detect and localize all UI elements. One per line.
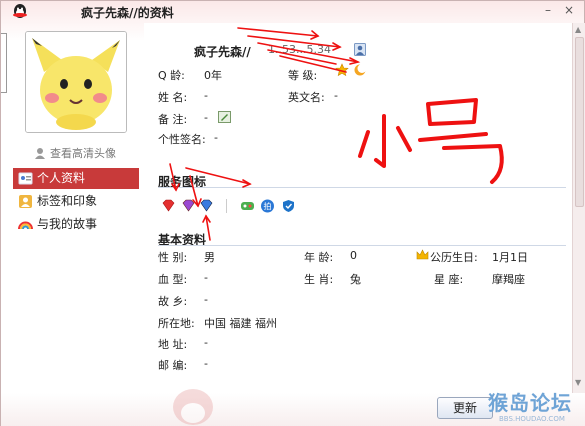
hometown-label: 故 乡: [158,295,188,308]
profile-name: 疯子先森// [194,45,251,59]
birthday-value: 1月1日 [492,251,528,264]
nav-story-label: 与我的故事 [37,217,98,231]
age-label: 年 龄: [304,251,334,264]
qq-penguin-icon [13,4,27,18]
faded-qq-logo-icon [173,389,213,425]
tag-person-icon [19,195,32,208]
edit-note-icon[interactable] [218,111,231,123]
vertical-scrollbar[interactable]: ▲ ▼ [572,23,585,393]
star-sign-label: 星 座: [434,273,464,286]
star-level-icon[interactable] [335,63,349,77]
nav-personal-info-label: 个人资料 [37,171,86,185]
title-bar: 疯子先森//的资料 – × [1,1,585,23]
refresh-button[interactable]: 更新 [437,397,493,419]
profile-content: 疯子先森// 1..53...5.34 Q 龄: 0年 等 级: 姓 名: - … [144,23,572,393]
view-hd-avatar-label: 查看高清头像 [50,147,116,160]
watermark-url: BBS.HOUDAO.COM [499,415,565,423]
services-separator [226,199,227,213]
location-label: 所在地: [158,317,195,330]
id-card-icon [18,172,33,185]
blood-value: - [204,271,208,284]
qq-number: 1..53...5.34 [268,43,331,56]
address-value: - [204,336,208,349]
note-value: - [204,111,208,124]
english-name-label: 英文名: [288,91,325,104]
purple-diamond-icon[interactable] [181,199,196,213]
qage-value: 0年 [204,69,222,82]
view-hd-avatar-link[interactable]: 查看高清头像 [33,145,116,161]
svg-text:拍: 拍 [264,201,272,211]
minimize-button[interactable]: – [541,3,555,17]
hd-avatar-icon [35,148,45,159]
services-divider [158,187,566,188]
nav-tags[interactable]: 标签和印象 [13,191,139,212]
blood-label: 血 型: [158,273,188,286]
name-value: - [204,89,208,102]
user-card-icon[interactable] [354,43,366,56]
signature-label: 个性签名: [158,133,206,146]
moon-level-icon[interactable] [353,63,367,77]
red-diamond-icon[interactable] [161,199,176,213]
profile-window: 疯子先森//的资料 – × 查看高清头像 个人资料 标签和印象 与我的故事 疯子… [0,0,585,426]
gender-label: 性 别: [158,251,188,264]
zodiac-value: 兔 [350,273,361,286]
gender-value: 男 [204,251,215,264]
english-name-value: - [334,89,338,102]
scrollbar-thumb[interactable] [575,37,584,207]
qage-label: Q 龄: [158,69,185,82]
basic-info-divider [158,245,566,246]
game-icon[interactable] [240,199,255,213]
level-label: 等 级: [288,69,318,82]
address-label: 地 址: [158,338,188,351]
signature-value: - [214,131,218,144]
close-button[interactable]: × [562,3,576,17]
hometown-value: - [204,293,208,306]
star-sign-value: 摩羯座 [492,273,525,286]
zip-value: - [204,357,208,370]
nav-story[interactable]: 与我的故事 [13,214,139,235]
rainbow-icon [18,221,33,230]
age-value: 0 [350,249,357,262]
left-panel: 查看高清头像 个人资料 标签和印象 与我的故事 [1,23,144,426]
note-label: 备 注: [158,113,188,126]
crown-icon [416,249,429,260]
shield-icon[interactable] [281,199,296,213]
scroll-down-arrow-icon[interactable]: ▼ [575,378,581,387]
nav-tags-label: 标签和印象 [37,194,98,208]
window-title: 疯子先森//的资料 [81,6,174,20]
location-value: 中国 福建 福州 [204,317,277,330]
name-label: 姓 名: [158,91,188,104]
pai-icon[interactable]: 拍 [260,199,275,213]
zip-label: 邮 编: [158,359,188,372]
nav-personal-info[interactable]: 个人资料 [13,168,139,189]
pikachu-avatar-image [26,32,126,132]
watermark-logo: 猴岛论坛 [488,391,572,415]
scroll-up-arrow-icon[interactable]: ▲ [575,25,581,34]
zodiac-label: 生 肖: [304,273,334,286]
birthday-label: 公历生日: [430,251,478,264]
blue-diamond-icon[interactable] [199,199,214,213]
avatar[interactable] [25,31,127,133]
